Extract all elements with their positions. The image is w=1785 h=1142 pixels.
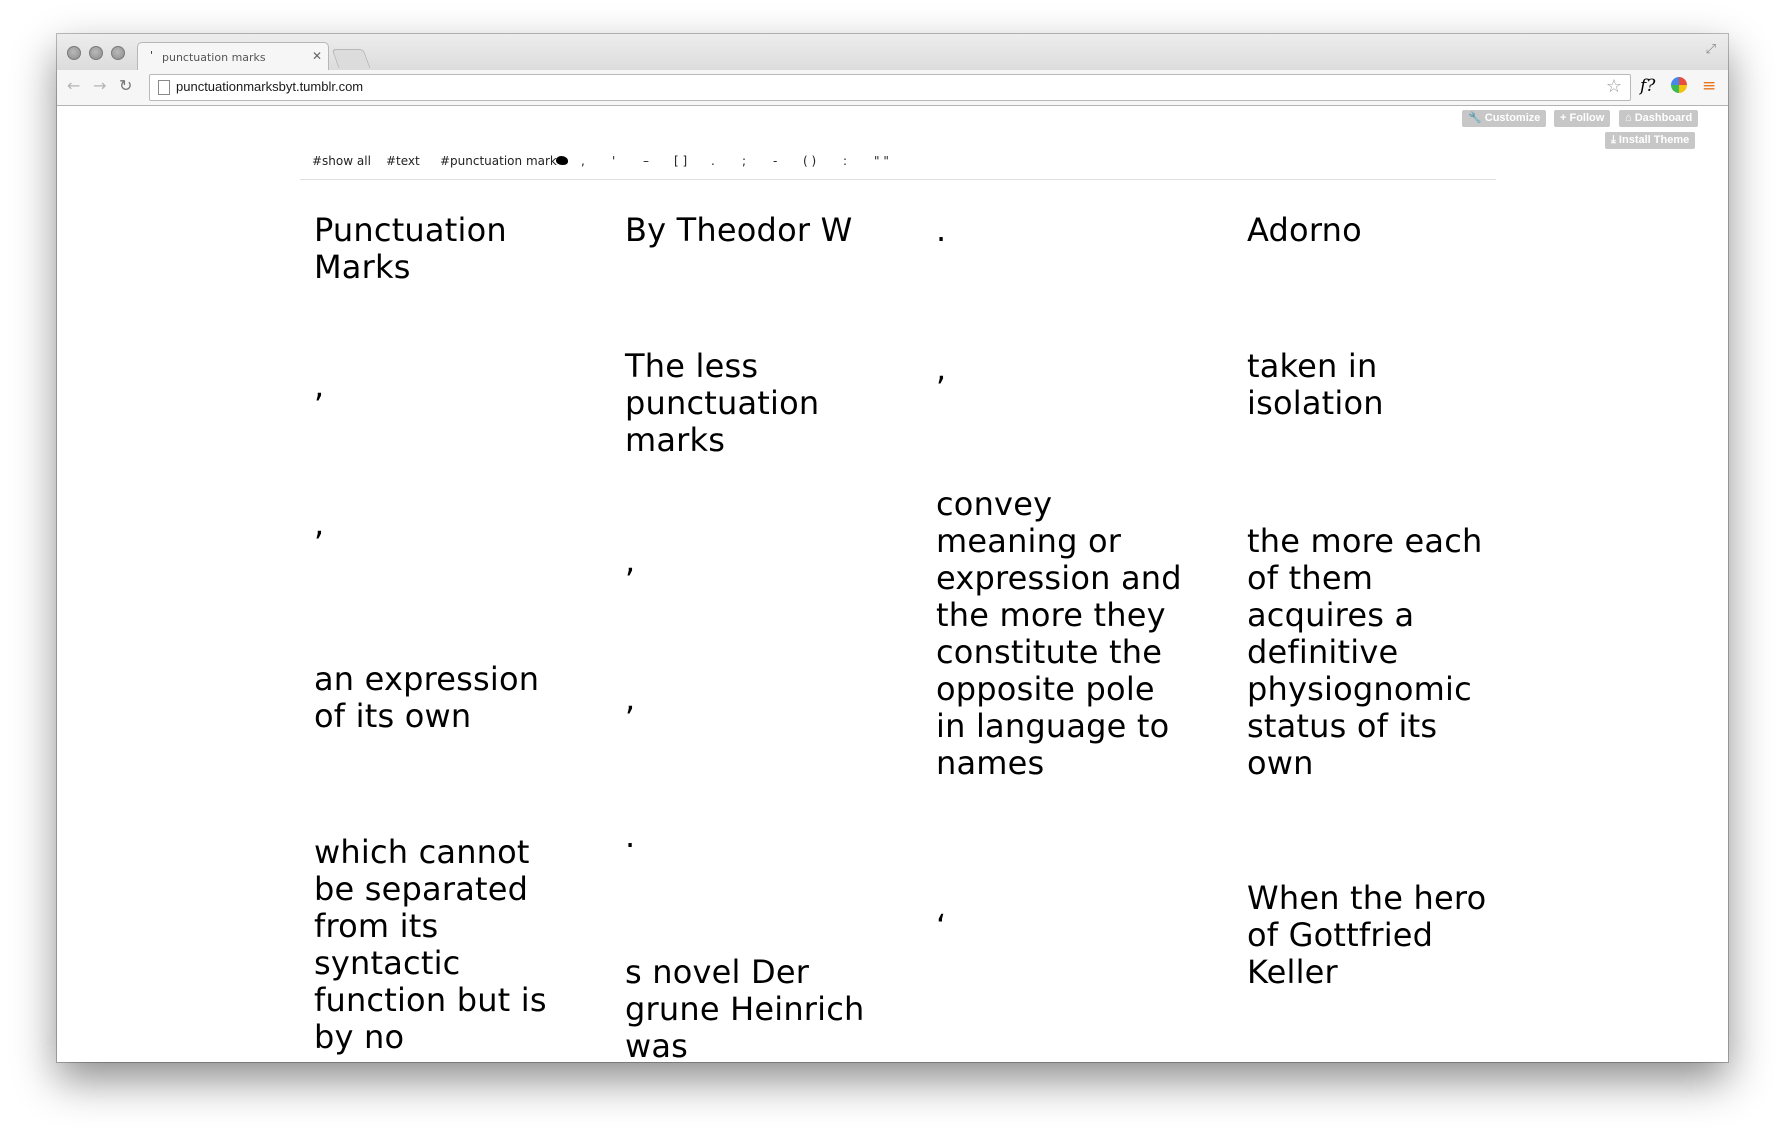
post-text: which cannot be separated from its synta…	[314, 833, 547, 1056]
install-theme-label: Install Theme	[1618, 134, 1690, 146]
filter-apostrophe[interactable]: '	[612, 154, 615, 168]
filter-punctuation-mark[interactable]: #punctuation mark	[440, 154, 557, 168]
post-text: ,	[625, 542, 636, 580]
post-text: the more each of them acquires a definit…	[1247, 522, 1483, 782]
tab-close-icon[interactable]: ✕	[312, 49, 322, 63]
post-text: s novel Der grune Heinrich was	[625, 953, 865, 1063]
post-c4-3[interactable]: the more each of them acquires a definit…	[1247, 523, 1497, 782]
post-c2-1[interactable]: By Theodor W	[625, 212, 865, 249]
browser-toolbar: ← → ↻ punctuationmarksbyt.tumblr.com ☆ f…	[57, 70, 1728, 106]
filter-text[interactable]: #text	[386, 154, 420, 168]
customize-button[interactable]: 🔧 Customize	[1462, 110, 1547, 127]
window-controls	[67, 46, 125, 60]
filter-blob-icon[interactable]	[556, 154, 568, 168]
post-c4-4[interactable]: When the hero of Gottfried Keller	[1247, 880, 1497, 991]
post-c3-2[interactable]: ,	[936, 351, 1186, 388]
post-text: ,	[936, 350, 947, 388]
fullscreen-icon[interactable]: ⤢	[1706, 42, 1716, 57]
post-c2-3[interactable]: ,	[625, 543, 865, 580]
tag-filter-bar: #show all #text #punctuation mark , ' – …	[300, 146, 1496, 180]
filter-comma[interactable]: ,	[581, 154, 585, 168]
post-text: ‘	[936, 907, 947, 945]
post-c1-4[interactable]: an expression of its own	[314, 661, 554, 735]
dashboard-label: Dashboard	[1634, 112, 1693, 124]
post-text: ,	[625, 680, 636, 718]
post-c2-2[interactable]: The less punctuation marks	[625, 348, 865, 459]
url-text[interactable]: punctuationmarksbyt.tumblr.com	[176, 79, 363, 94]
install-theme-button[interactable]: ⤓ Install Theme	[1605, 132, 1696, 149]
post-text: Adorno	[1247, 211, 1362, 249]
browser-tab[interactable]: ' punctuation marks ✕	[137, 42, 329, 71]
filter-parentheses[interactable]: ( )	[803, 154, 816, 168]
post-text: .	[936, 211, 947, 249]
filter-period[interactable]: .	[711, 154, 715, 168]
address-bar[interactable]: punctuationmarksbyt.tumblr.com ☆	[149, 74, 1631, 101]
post-c1-3[interactable]: ,	[314, 506, 554, 543]
post-text: ,	[314, 505, 325, 543]
post-text: convey meaning or expression and the mor…	[936, 485, 1182, 782]
filter-dash[interactable]: –	[643, 154, 649, 168]
page-icon	[158, 80, 170, 95]
post-text: taken in isolation	[1247, 347, 1384, 422]
post-text: When the hero of Gottfried Keller	[1247, 879, 1487, 991]
filter-hyphen[interactable]: -	[773, 154, 777, 168]
post-c3-4[interactable]: ‘	[936, 908, 1186, 945]
star-icon[interactable]: ☆	[1606, 76, 1622, 97]
post-c1-1[interactable]: Punctuation Marks	[314, 212, 554, 286]
new-tab-button[interactable]	[331, 49, 371, 68]
forward-arrow-icon[interactable]: →	[93, 76, 106, 95]
post-text: ,	[314, 367, 325, 405]
post-text: The less punctuation marks	[625, 347, 820, 459]
post-c3-3[interactable]: convey meaning or expression and the mor…	[936, 486, 1186, 782]
tab-title: punctuation marks	[162, 51, 266, 64]
post-c4-2[interactable]: taken in isolation	[1247, 348, 1497, 422]
filter-colon[interactable]: :	[843, 154, 847, 168]
filter-show-all[interactable]: #show all	[312, 154, 371, 168]
page-viewport: 🔧 Customize + Follow ⌂ Dashboard ⤓ Insta…	[57, 106, 1728, 1062]
filter-semicolon[interactable]: ;	[742, 154, 746, 168]
post-c2-4[interactable]: ,	[625, 681, 865, 718]
filter-quotes[interactable]: " "	[874, 154, 889, 168]
minimize-window-button[interactable]	[89, 46, 103, 60]
post-c2-5[interactable]: .	[625, 818, 865, 855]
customize-label: Customize	[1484, 112, 1541, 124]
menu-icon[interactable]: ≡	[1702, 76, 1716, 96]
post-c1-2[interactable]: ,	[314, 368, 554, 405]
post-c3-1[interactable]: .	[936, 212, 1186, 249]
post-c2-6[interactable]: s novel Der grune Heinrich was	[625, 953, 865, 1063]
follow-label: Follow	[1569, 112, 1605, 124]
zoom-window-button[interactable]	[111, 46, 125, 60]
post-text: Punctuation Marks	[314, 211, 507, 286]
reload-icon[interactable]: ↻	[119, 76, 132, 95]
tab-favicon-icon: '	[150, 49, 154, 62]
font-extension-icon[interactable]: f?	[1640, 76, 1655, 96]
post-text: .	[625, 817, 636, 855]
follow-button[interactable]: + Follow	[1554, 110, 1611, 127]
post-c1-5[interactable]: which cannot be separated from its synta…	[314, 834, 554, 1056]
color-extension-icon[interactable]	[1671, 77, 1687, 93]
dashboard-button[interactable]: ⌂ Dashboard	[1619, 110, 1699, 127]
back-arrow-icon[interactable]: ←	[67, 76, 80, 95]
title-bar: ' punctuation marks ✕ ⤢	[57, 34, 1728, 71]
post-text: By Theodor W	[625, 211, 853, 249]
close-window-button[interactable]	[67, 46, 81, 60]
browser-window: ' punctuation marks ✕ ⤢ ← → ↻ punctuatio…	[57, 34, 1728, 1062]
post-c4-1[interactable]: Adorno	[1247, 212, 1497, 249]
post-text: an expression of its own	[314, 660, 540, 735]
filter-brackets[interactable]: [ ]	[674, 154, 687, 168]
